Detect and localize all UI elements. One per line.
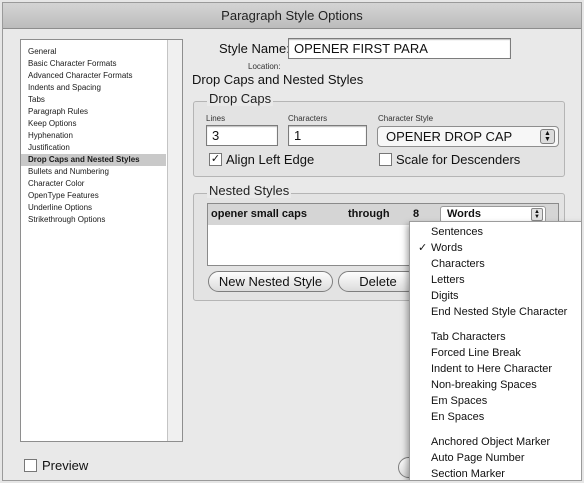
paragraph-style-options-dialog: Paragraph Style Options General Basic Ch… (2, 2, 582, 481)
sidebar-scrollbar[interactable] (167, 40, 182, 441)
character-style-label: Character Style (378, 114, 434, 123)
characters-label: Characters (288, 114, 328, 123)
location-label: Location: (248, 62, 281, 71)
updown-arrows-icon: ▲ ▼ (531, 208, 543, 221)
sidebar-item-underline-options[interactable]: Underline Options (21, 202, 166, 214)
menu-item-section-marker[interactable]: Section Marker (410, 466, 581, 480)
new-nested-style-button[interactable]: New Nested Style (208, 271, 333, 292)
scale-for-descenders-label: Scale for Descenders (396, 152, 521, 167)
menu-item-forced-line-break[interactable]: Forced Line Break (410, 345, 581, 361)
sidebar-item-drop-caps-nested-styles[interactable]: Drop Caps and Nested Styles (21, 154, 166, 166)
sidebar-item-general[interactable]: General (21, 46, 166, 58)
menu-item-tab-characters[interactable]: Tab Characters (410, 329, 581, 345)
nested-style-name[interactable]: opener small caps (211, 204, 307, 225)
nested-style-mode[interactable]: through (348, 204, 390, 225)
menu-item-words-label: Words (431, 242, 463, 254)
sidebar-item-paragraph-rules[interactable]: Paragraph Rules (21, 106, 166, 118)
menu-item-en-spaces[interactable]: En Spaces (410, 409, 581, 425)
sidebar-item-justification[interactable]: Justification (21, 142, 166, 154)
menu-item-indent-to-here-character[interactable]: Indent to Here Character (410, 361, 581, 377)
updown-arrows-icon: ▲ ▼ (540, 129, 555, 144)
menu-item-em-spaces[interactable]: Em Spaces (410, 393, 581, 409)
character-style-popup[interactable]: OPENER DROP CAP ▲ ▼ (377, 126, 559, 147)
preview-checkbox[interactable] (24, 459, 37, 472)
delete-button[interactable]: Delete (338, 271, 418, 292)
lines-label: Lines (206, 114, 226, 123)
sidebar-item-advanced-character-formats[interactable]: Advanced Character Formats (21, 70, 166, 82)
menu-item-auto-page-number[interactable]: Auto Page Number (410, 450, 581, 466)
sidebar-item-bullets-and-numbering[interactable]: Bullets and Numbering (21, 166, 166, 178)
menu-item-sentences[interactable]: Sentences (410, 224, 581, 240)
menu-item-words[interactable]: ✓ Words (410, 240, 581, 256)
sidebar-item-opentype-features[interactable]: OpenType Features (21, 190, 166, 202)
drop-caps-title: Drop Caps (207, 91, 274, 106)
menu-item-letters[interactable]: Letters (410, 272, 581, 288)
style-name-field[interactable]: OPENER FIRST PARA (288, 38, 511, 59)
nested-style-unit-value: Words (447, 208, 482, 220)
sidebar-item-basic-character-formats[interactable]: Basic Character Formats (21, 58, 166, 70)
menu-item-characters[interactable]: Characters (410, 256, 581, 272)
align-left-edge-label: Align Left Edge (226, 152, 315, 167)
menu-item-anchored-object-marker[interactable]: Anchored Object Marker (410, 434, 581, 450)
category-list[interactable]: General Basic Character Formats Advanced… (20, 39, 183, 442)
sidebar-item-tabs[interactable]: Tabs (21, 94, 166, 106)
characters-field[interactable]: 1 (288, 125, 367, 146)
menu-item-digits[interactable]: Digits (410, 288, 581, 304)
lines-field[interactable]: 3 (206, 125, 278, 146)
sidebar-item-hyphenation[interactable]: Hyphenation (21, 130, 166, 142)
menu-item-non-breaking-spaces[interactable]: Non-breaking Spaces (410, 377, 581, 393)
preview-label: Preview (42, 458, 89, 473)
menu-item-end-nested-style-character[interactable]: End Nested Style Character (410, 304, 581, 320)
nested-styles-title: Nested Styles (207, 183, 292, 198)
scale-for-descenders-checkbox[interactable] (379, 153, 392, 166)
style-name-label: Style Name: (219, 41, 290, 56)
unit-dropdown-menu[interactable]: Sentences ✓ Words Characters Letters Dig… (409, 221, 581, 480)
sidebar-item-strikethrough-options[interactable]: Strikethrough Options (21, 214, 166, 226)
section-title: Drop Caps and Nested Styles (192, 72, 364, 87)
sidebar-item-indents-and-spacing[interactable]: Indents and Spacing (21, 82, 166, 94)
window-title: Paragraph Style Options (3, 3, 581, 29)
checkmark-icon: ✓ (418, 242, 428, 254)
sidebar-item-character-color[interactable]: Character Color (21, 178, 166, 190)
align-left-edge-checkbox[interactable]: ✓ (209, 153, 222, 166)
sidebar-item-keep-options[interactable]: Keep Options (21, 118, 166, 130)
character-style-value: OPENER DROP CAP (386, 129, 513, 144)
